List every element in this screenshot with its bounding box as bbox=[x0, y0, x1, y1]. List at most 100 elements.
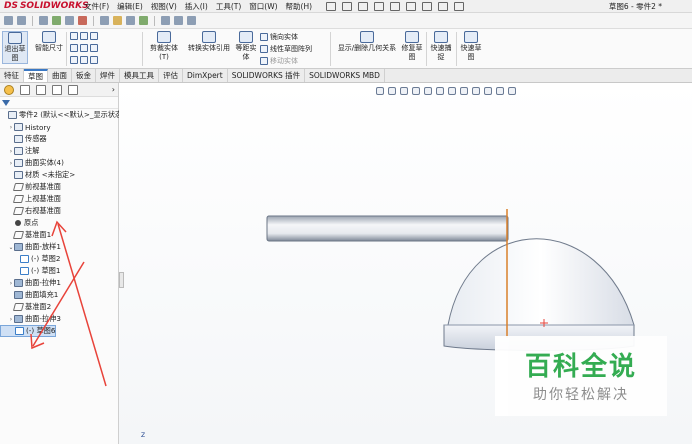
slot-tool-button[interactable] bbox=[70, 56, 98, 64]
tab-sheet-metal[interactable]: 钣金 bbox=[72, 69, 96, 82]
display-style-icon[interactable] bbox=[448, 87, 456, 95]
tree-node[interactable]: › 曲面实体(4) bbox=[0, 157, 64, 169]
chevron-right-icon[interactable]: › bbox=[112, 85, 115, 94]
save-icon[interactable] bbox=[374, 1, 385, 11]
panel-collapse-handle[interactable] bbox=[119, 272, 124, 288]
tab-weldments[interactable]: 焊件 bbox=[96, 69, 120, 82]
rectangle-tool-button[interactable] bbox=[70, 44, 98, 52]
display-manager-tab-icon[interactable] bbox=[68, 84, 78, 95]
tree-node[interactable]: 右视基准面 bbox=[0, 205, 61, 217]
layer-icon[interactable] bbox=[174, 16, 183, 25]
section-view-icon[interactable] bbox=[412, 87, 420, 95]
tree-node[interactable]: (-) 草图1 bbox=[0, 265, 60, 277]
surface-icon bbox=[14, 279, 23, 287]
section-icon[interactable] bbox=[65, 16, 74, 25]
view-settings-icon[interactable] bbox=[496, 87, 504, 95]
trim-entities-button[interactable]: 剪裁实体(T) bbox=[146, 31, 182, 62]
edit-appearance-icon[interactable] bbox=[472, 87, 480, 95]
display-pane-icon[interactable] bbox=[508, 87, 516, 95]
linear-pattern-button[interactable]: 线性草图阵列 bbox=[260, 44, 312, 54]
tab-addins[interactable]: SOLIDWORKS 插件 bbox=[228, 69, 306, 82]
undo-icon[interactable] bbox=[406, 1, 417, 11]
tree-node[interactable]: › 曲面-拉伸1 bbox=[0, 277, 61, 289]
offset-entities-button[interactable]: 等距实体 bbox=[234, 31, 258, 62]
tab-dimxpert[interactable]: DimXpert bbox=[183, 69, 228, 82]
mirror-entities-button[interactable]: 镜向实体 bbox=[260, 32, 298, 42]
zoom-to-fit-icon[interactable] bbox=[376, 87, 384, 95]
display-icon[interactable] bbox=[39, 16, 48, 25]
menu-insert[interactable]: 插入(I) bbox=[181, 1, 212, 12]
tree-node[interactable]: 基准面2 bbox=[0, 301, 51, 313]
print-icon[interactable] bbox=[390, 1, 401, 11]
rapid-sketch-button[interactable]: 快速草图 bbox=[458, 31, 484, 62]
tree-node[interactable]: › 曲面-拉伸3 bbox=[0, 313, 61, 325]
configuration-manager-tab-icon[interactable] bbox=[36, 84, 46, 95]
tree-node[interactable]: 基准面1 bbox=[0, 229, 51, 241]
sketch-relations-icon[interactable] bbox=[187, 16, 196, 25]
tree-node[interactable]: (-) 草图2 bbox=[0, 253, 60, 265]
previous-view-icon[interactable] bbox=[400, 87, 408, 95]
quick-snaps-button[interactable]: 快速捕捉 bbox=[428, 31, 454, 62]
tree-node[interactable]: 前视基准面 bbox=[0, 181, 61, 193]
tree-node[interactable]: (-) 草图6 bbox=[0, 325, 57, 337]
move-entities-button[interactable]: 移动实体 bbox=[260, 56, 298, 66]
appearance-icon[interactable] bbox=[78, 16, 87, 25]
tree-node[interactable]: 材质 <未指定> bbox=[0, 169, 75, 181]
line-icon[interactable] bbox=[17, 16, 26, 25]
view-icon[interactable] bbox=[52, 16, 61, 25]
display-delete-relations-button[interactable]: 显示/删除几何关系 bbox=[334, 31, 400, 53]
open-icon[interactable] bbox=[358, 1, 369, 11]
exit-sketch-icon bbox=[8, 32, 22, 44]
convert-entities-button[interactable]: 转换实体引用 bbox=[186, 31, 232, 53]
menu-file[interactable]: 文件(F) bbox=[80, 1, 113, 12]
tree-node[interactable]: 原点 bbox=[0, 217, 38, 229]
repair-sketch-button[interactable]: 修复草图 bbox=[400, 31, 424, 62]
menu-edit[interactable]: 编辑(E) bbox=[113, 1, 147, 12]
apply-scene-icon[interactable] bbox=[484, 87, 492, 95]
tab-mbd[interactable]: SOLIDWORKS MBD bbox=[305, 69, 385, 82]
tree-filter[interactable] bbox=[0, 97, 118, 109]
view-orientation-icon[interactable] bbox=[436, 87, 444, 95]
tree-node[interactable]: › 注解 bbox=[0, 145, 39, 157]
tab-sketch[interactable]: 草图 bbox=[24, 69, 48, 82]
tab-surfaces[interactable]: 曲面 bbox=[48, 69, 72, 82]
exit-sketch-button[interactable]: 退出草图 bbox=[2, 31, 28, 64]
sketch-toolbar-icon[interactable] bbox=[4, 16, 13, 25]
surface-icon bbox=[14, 243, 23, 251]
pin-icon[interactable] bbox=[326, 1, 337, 11]
dimxpert-manager-tab-icon[interactable] bbox=[52, 84, 62, 95]
menu-help[interactable]: 帮助(H) bbox=[282, 1, 317, 12]
tree-node[interactable]: 曲面填充1 bbox=[0, 289, 58, 301]
zoom-to-area-icon[interactable] bbox=[388, 87, 396, 95]
new-document-icon[interactable] bbox=[342, 1, 353, 11]
select-icon[interactable] bbox=[422, 1, 433, 11]
rapid-sketch-icon bbox=[464, 31, 478, 43]
tab-mold-tools[interactable]: 模具工具 bbox=[120, 69, 159, 82]
smart-dimension-button[interactable]: 智能尺寸 bbox=[34, 31, 64, 53]
divider bbox=[142, 32, 143, 66]
menu-view[interactable]: 视图(V) bbox=[147, 1, 181, 12]
dynamic-annotation-icon[interactable] bbox=[424, 87, 432, 95]
tree-node[interactable]: 零件2 (默认<<默认>_显示状态 bbox=[0, 109, 122, 121]
solidworks-logo[interactable]: DS SOLIDWORKS bbox=[0, 1, 89, 11]
zoom-icon[interactable] bbox=[126, 16, 135, 25]
options-icon[interactable] bbox=[454, 1, 465, 11]
rotate-icon[interactable] bbox=[139, 16, 148, 25]
tab-evaluate[interactable]: 评估 bbox=[159, 69, 183, 82]
dimension-icon[interactable] bbox=[113, 16, 122, 25]
measure-icon[interactable] bbox=[100, 16, 109, 25]
menu-window[interactable]: 窗口(W) bbox=[245, 1, 281, 12]
feature-manager-tab-icon[interactable] bbox=[4, 84, 14, 95]
hide-show-items-icon[interactable] bbox=[460, 87, 468, 95]
menu-tools[interactable]: 工具(T) bbox=[212, 1, 245, 12]
sketch-icon bbox=[20, 255, 29, 263]
tab-features[interactable]: 特征 bbox=[0, 69, 24, 82]
grid-icon[interactable] bbox=[161, 16, 170, 25]
property-manager-tab-icon[interactable] bbox=[20, 84, 30, 95]
tree-node[interactable]: 传感器 bbox=[0, 133, 47, 145]
tree-node[interactable]: › History bbox=[0, 121, 51, 133]
rebuild-icon[interactable] bbox=[438, 1, 449, 11]
line-tool-button[interactable] bbox=[70, 32, 98, 40]
tree-node[interactable]: ⌄ 曲面-放样1 bbox=[0, 241, 61, 253]
tree-node[interactable]: 上视基准面 bbox=[0, 193, 61, 205]
